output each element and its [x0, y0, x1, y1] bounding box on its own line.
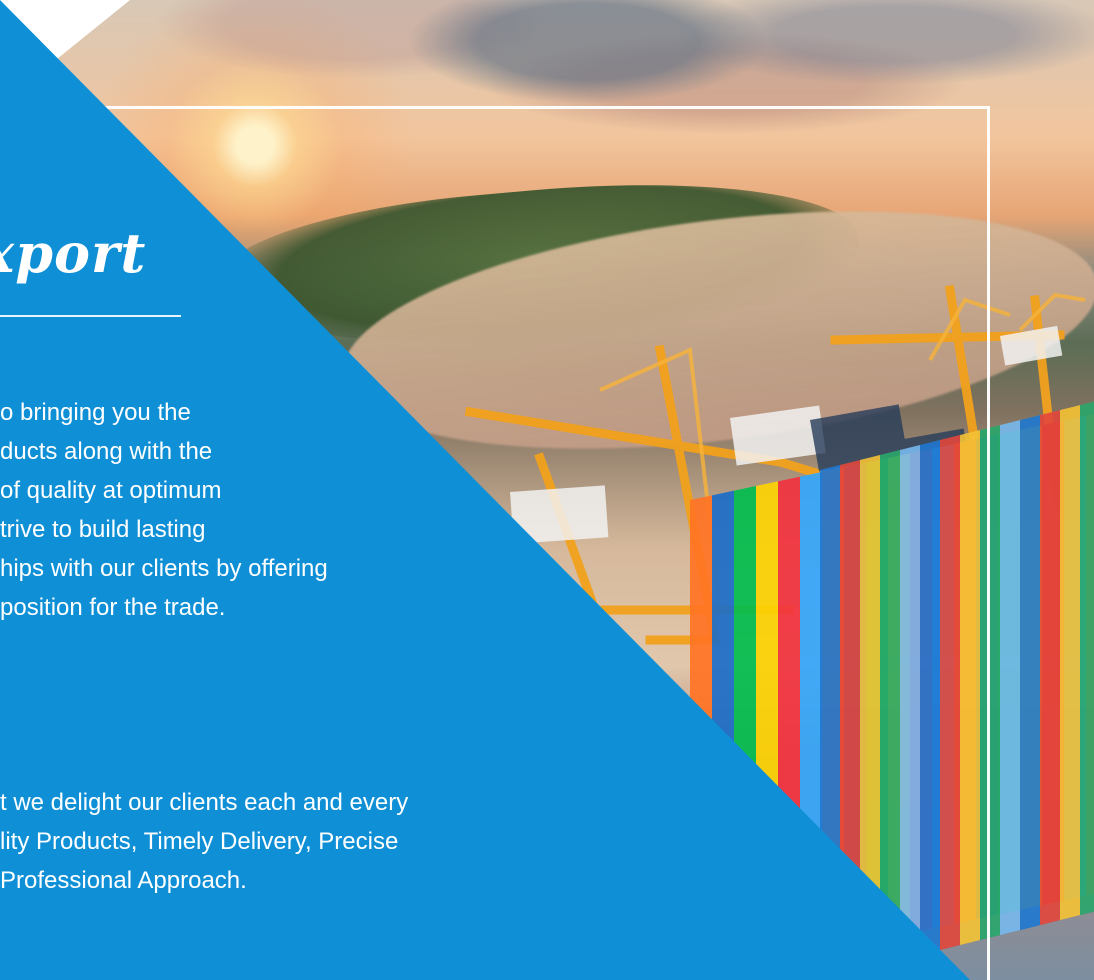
secondary-paragraph: t we delight our clients each and every … — [0, 783, 408, 900]
text-line: of quality at optimum — [0, 477, 222, 504]
text-line: hips with our clients by offering — [0, 555, 328, 582]
text-line: t we delight our clients each and every — [0, 789, 409, 816]
text-line: trive to build lasting — [0, 516, 206, 543]
text-line: position for the trade. — [0, 594, 226, 621]
section-title: xport — [0, 221, 147, 285]
title-underline — [0, 315, 181, 317]
intro-paragraph: o bringing you the ducts along with the … — [0, 393, 328, 627]
text-line: Professional Approach. — [0, 867, 247, 894]
text-line: ducts along with the — [0, 438, 213, 465]
text-line: o bringing you the — [0, 399, 191, 426]
text-line: lity Products, Timely Delivery, Precise — [0, 828, 399, 855]
